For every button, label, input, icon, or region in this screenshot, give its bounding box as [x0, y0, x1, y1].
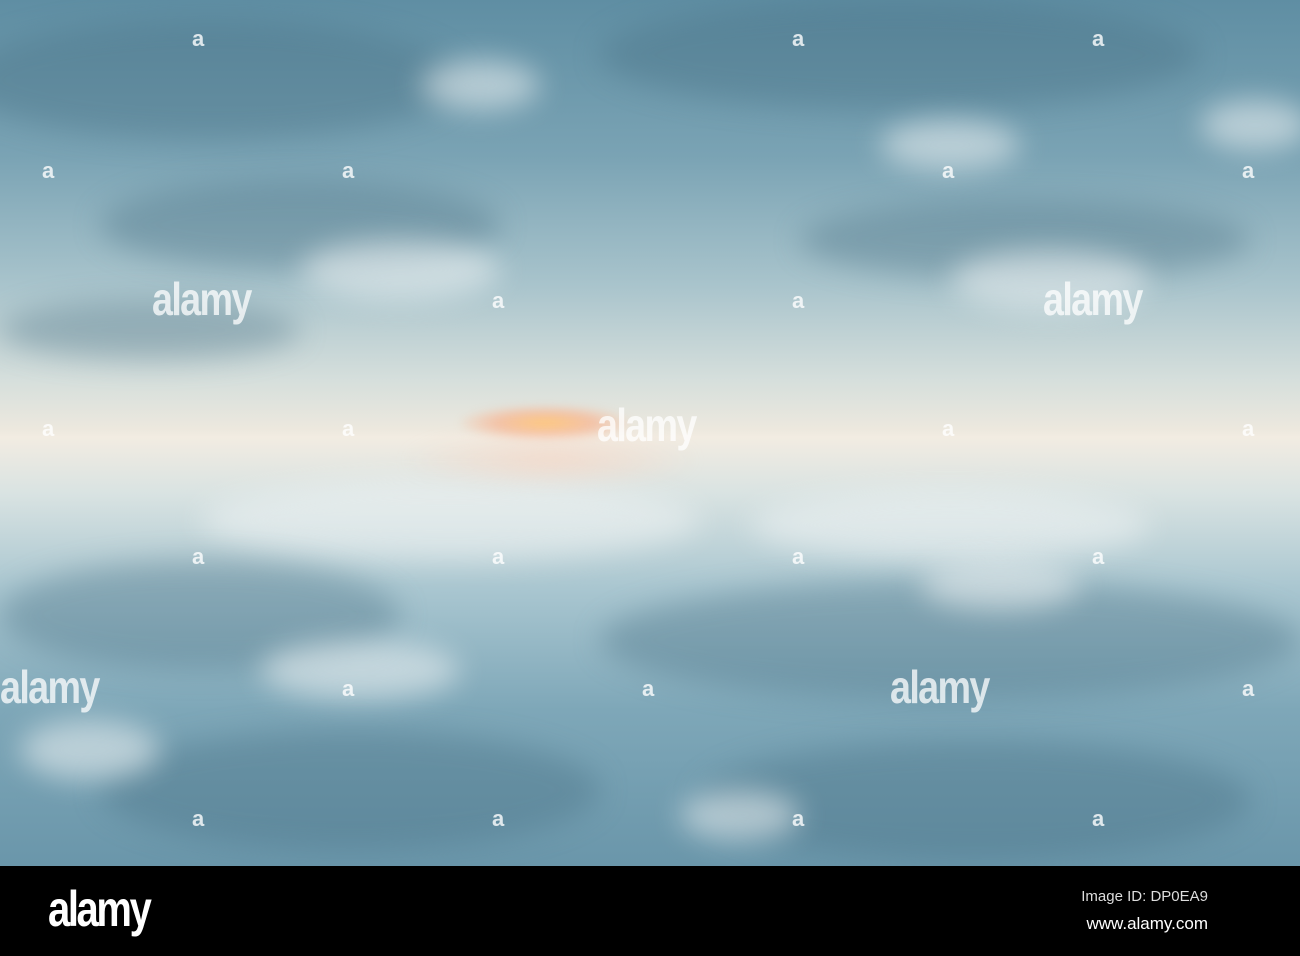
- watermark-small: a: [792, 288, 805, 313]
- watermark: alamy: [152, 273, 252, 325]
- watermark-small: a: [342, 158, 355, 183]
- watermark-small: a: [342, 416, 355, 441]
- watermark-small: a: [942, 416, 955, 441]
- alamy-logo: alamy: [48, 881, 152, 937]
- watermark: alamy: [0, 661, 100, 713]
- image-id: Image ID: DP0EA9: [1081, 888, 1208, 905]
- watermark-small: a: [1092, 544, 1105, 569]
- watermark-small: a: [342, 676, 355, 701]
- watermark-small: a: [792, 544, 805, 569]
- watermark-small: a: [192, 26, 205, 51]
- watermark-small: a: [1242, 416, 1255, 441]
- watermark-small: a: [192, 544, 205, 569]
- watermark-small: a: [492, 544, 505, 569]
- watermark-small: a: [42, 158, 55, 183]
- watermark: alamy: [890, 661, 990, 713]
- watermark-small: a: [492, 288, 505, 313]
- watermark-small: a: [792, 26, 805, 51]
- watermark-small: a: [42, 416, 55, 441]
- watermark-small: a: [492, 806, 505, 831]
- watermark-small: a: [942, 158, 955, 183]
- watermark-small: a: [792, 806, 805, 831]
- sky-reflection-photo: alamy alamy alamy alamy alamy a a a a a …: [0, 0, 1300, 866]
- watermark-small: a: [1242, 158, 1255, 183]
- watermark-small: a: [642, 676, 655, 701]
- watermark-small: a: [192, 806, 205, 831]
- site-url: www.alamy.com: [1086, 914, 1208, 933]
- watermark-small: a: [1092, 806, 1105, 831]
- footer-bar: alamy Image ID: DP0EA9 www.alamy.com: [0, 866, 1300, 956]
- watermark-small: a: [1092, 26, 1105, 51]
- watermark-small: a: [1242, 676, 1255, 701]
- watermark: alamy: [1043, 273, 1143, 325]
- watermark: alamy: [597, 399, 697, 451]
